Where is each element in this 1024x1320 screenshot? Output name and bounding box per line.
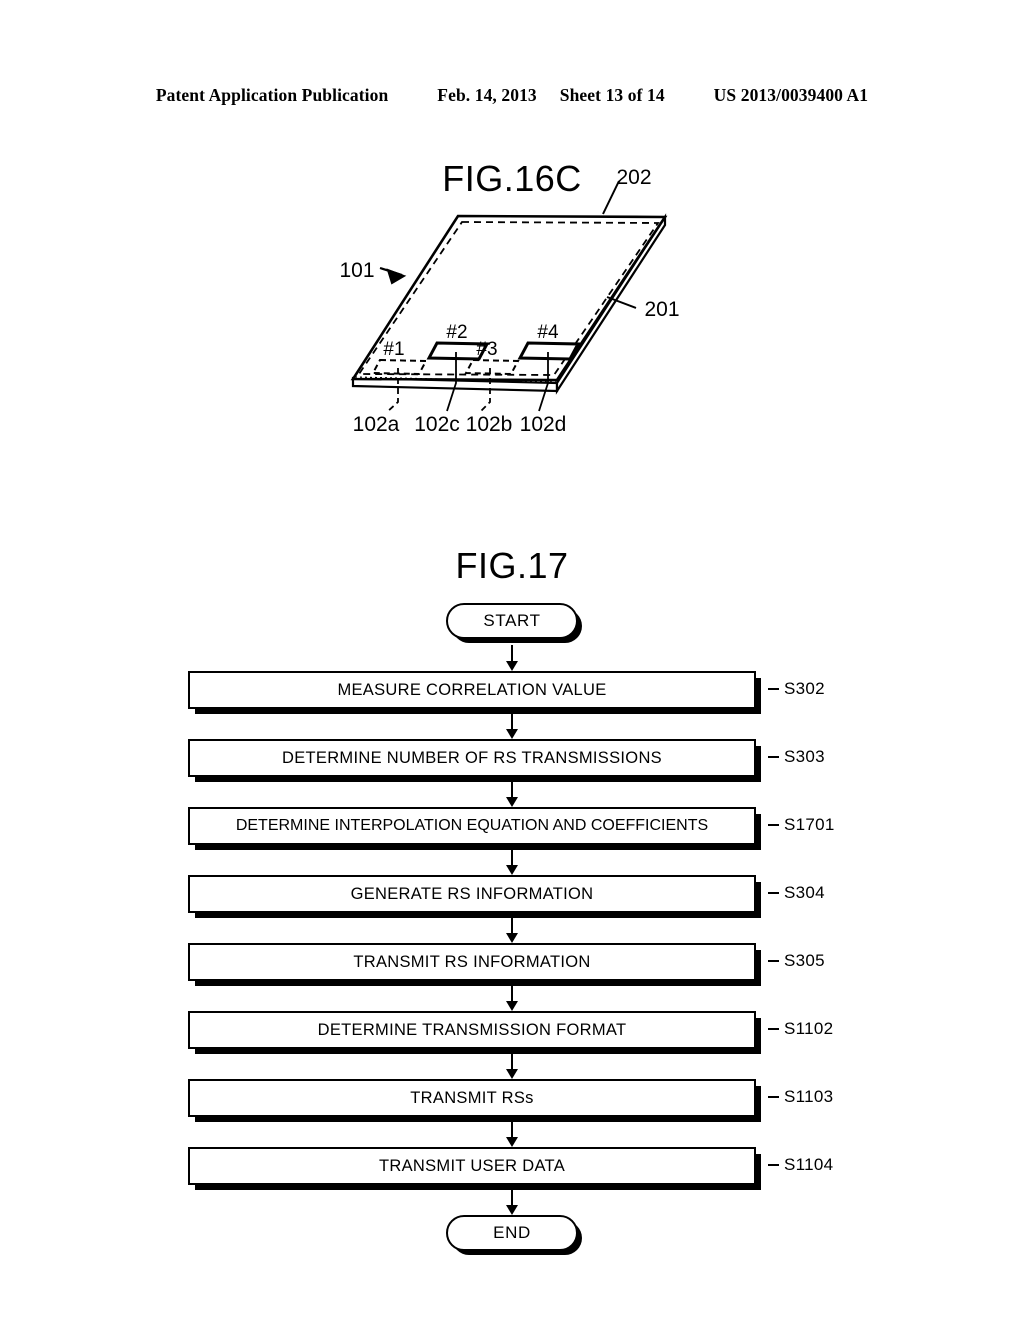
step-ref-label: S305 xyxy=(784,951,825,970)
page-header: Patent Application Publication Feb. 14, … xyxy=(0,85,1024,106)
ref-102d: 102d xyxy=(520,413,567,436)
flow-step-row: DETERMINE NUMBER OF RS TRANSMISSIONS S30… xyxy=(0,739,1024,781)
start-terminator-row: START xyxy=(0,603,1024,645)
header-date: Feb. 14, 2013 xyxy=(437,85,537,105)
flow-connector xyxy=(0,781,1024,807)
step-ref-label: S303 xyxy=(784,747,825,766)
step-ref-s1103: S1103 xyxy=(768,1087,833,1107)
end-terminator-row: END xyxy=(0,1215,1024,1257)
step-box-s305: TRANSMIT RS INFORMATION xyxy=(188,943,756,981)
arrowhead-down-icon xyxy=(506,865,518,875)
flow-step-row: MEASURE CORRELATION VALUE S302 xyxy=(0,671,1024,713)
flow-connector xyxy=(0,1121,1024,1147)
ref-dash-icon xyxy=(768,1027,779,1030)
antenna-tag-1: #1 xyxy=(383,339,404,360)
ref-dash-icon xyxy=(768,959,779,962)
flow-step-row: DETERMINE TRANSMISSION FORMAT S1102 xyxy=(0,1011,1024,1053)
flowchart: START MEASURE CORRELATION VALUE S302 DET… xyxy=(0,603,1024,1257)
flow-connector xyxy=(0,849,1024,875)
figure-17-title: FIG.17 xyxy=(455,545,569,586)
flow-connector xyxy=(0,985,1024,1011)
arrowhead-down-icon xyxy=(506,1137,518,1147)
arrowhead-down-icon xyxy=(506,1069,518,1079)
step-ref-s1102: S1102 xyxy=(768,1019,833,1039)
step-box-s1103: TRANSMIT RSs xyxy=(188,1079,756,1117)
ref-dash-icon xyxy=(768,687,779,690)
step-ref-label: S1102 xyxy=(784,1019,834,1038)
antenna-element-4 xyxy=(517,341,581,361)
figure-16c: FIG.16C #1 #2 #3 #4 101 202 201 102a 102… xyxy=(0,140,1024,460)
arrowhead-down-icon xyxy=(506,933,518,943)
ref-dash-icon xyxy=(768,823,779,826)
flow-step-row: TRANSMIT USER DATA S1104 xyxy=(0,1147,1024,1189)
ref-102b: 102b xyxy=(466,413,513,436)
ref-102a: 102a xyxy=(353,413,400,436)
flow-connector xyxy=(0,1189,1024,1215)
ref-dash-icon xyxy=(768,891,779,894)
step-ref-s303: S303 xyxy=(768,747,825,767)
ref-102c: 102c xyxy=(414,413,460,436)
flow-step-row: TRANSMIT RSs S1103 xyxy=(0,1079,1024,1121)
flow-connector xyxy=(0,917,1024,943)
arrowhead-down-icon xyxy=(506,729,518,739)
flow-step-row: TRANSMIT RS INFORMATION S305 xyxy=(0,943,1024,985)
start-terminator: START xyxy=(446,603,578,639)
header-document-number: US 2013/0039400 A1 xyxy=(713,85,869,105)
antenna-tag-2: #2 xyxy=(446,322,467,343)
step-box-s302: MEASURE CORRELATION VALUE xyxy=(188,671,756,709)
flow-connector xyxy=(0,1053,1024,1079)
figure-17: FIG.17 START MEASURE CORRELATION VALUE S… xyxy=(0,545,1024,1251)
step-ref-label: S1701 xyxy=(784,815,835,834)
figure-16c-drawing: #1 #2 #3 #4 101 202 201 102a 102c 102b 1… xyxy=(339,166,679,436)
step-ref-s1104: S1104 xyxy=(768,1155,833,1175)
ref-101: 101 xyxy=(339,259,374,282)
step-ref-label: S302 xyxy=(784,679,825,698)
step-box-s1701: DETERMINE INTERPOLATION EQUATION AND COE… xyxy=(188,807,756,845)
step-box-s1102: DETERMINE TRANSMISSION FORMAT xyxy=(188,1011,756,1049)
step-ref-s304: S304 xyxy=(768,883,825,903)
step-box-s304: GENERATE RS INFORMATION xyxy=(188,875,756,913)
header-sheet: Sheet 13 of 14 xyxy=(559,85,665,105)
flow-step-row: DETERMINE INTERPOLATION EQUATION AND COE… xyxy=(0,807,1024,849)
ref-dash-icon xyxy=(768,755,779,758)
ref-dash-icon xyxy=(768,1163,779,1166)
step-ref-s302: S302 xyxy=(768,679,825,699)
header-publication: Patent Application Publication xyxy=(155,85,389,105)
antenna-tag-4: #4 xyxy=(537,322,559,343)
antenna-tag-3: #3 xyxy=(476,339,497,360)
flow-connector xyxy=(0,645,1024,671)
step-ref-label: S1104 xyxy=(784,1155,834,1174)
flow-step-row: GENERATE RS INFORMATION S304 xyxy=(0,875,1024,917)
step-ref-label: S304 xyxy=(784,883,825,902)
ref-201: 201 xyxy=(644,298,679,321)
ref-202: 202 xyxy=(616,166,651,189)
end-terminator: END xyxy=(446,1215,578,1251)
flow-connector xyxy=(0,713,1024,739)
arrowhead-down-icon xyxy=(506,1205,518,1215)
step-ref-s1701: S1701 xyxy=(768,815,835,835)
arrowhead-down-icon xyxy=(506,1001,518,1011)
arrowhead-down-icon xyxy=(506,797,518,807)
arrowhead-down-icon xyxy=(506,661,518,671)
ref-dash-icon xyxy=(768,1095,779,1098)
arrowhead-101-icon xyxy=(386,268,407,285)
step-box-s303: DETERMINE NUMBER OF RS TRANSMISSIONS xyxy=(188,739,756,777)
step-box-s1104: TRANSMIT USER DATA xyxy=(188,1147,756,1185)
step-ref-s305: S305 xyxy=(768,951,825,971)
step-ref-label: S1103 xyxy=(784,1087,834,1106)
